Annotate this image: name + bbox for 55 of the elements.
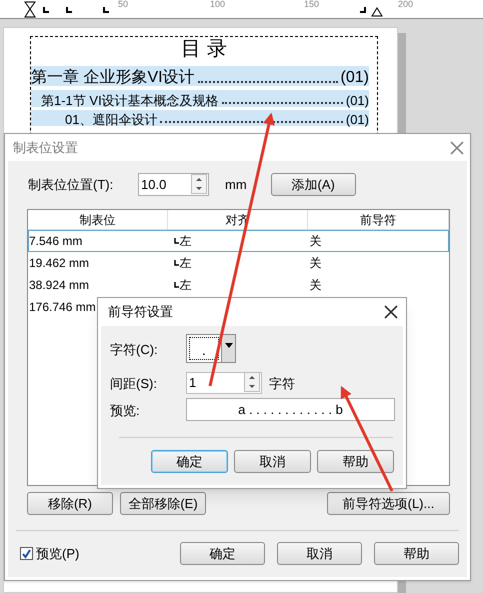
field-label: 字符(C): <box>110 341 158 359</box>
table-cell: 176.746 mm <box>29 300 96 314</box>
ruler-label: 150 <box>304 0 320 9</box>
tab-stop-icon[interactable] <box>103 7 109 13</box>
table-cell-text: 左 <box>179 255 192 272</box>
table-cell: 关 <box>310 278 322 292</box>
indent-marker-icon[interactable] <box>24 1 36 18</box>
dialog-button[interactable]: 全部移除(E) <box>120 492 206 515</box>
dialog-title: 制表位设置 <box>13 138 79 157</box>
document-title: 目 录 <box>180 37 228 62</box>
right-indent-icon[interactable] <box>371 7 383 17</box>
checkbox-label: 预览(P) <box>36 544 80 563</box>
table-cell-text: 左 <box>179 277 192 294</box>
spin-buttons[interactable] <box>244 372 260 392</box>
ruler-label: 200 <box>398 0 414 9</box>
column-header[interactable]: 前导符 <box>308 210 449 229</box>
dialog-button[interactable]: 确定 <box>180 542 265 565</box>
dropdown-arrow-icon <box>224 343 232 348</box>
field-label: 间距(S): <box>110 375 157 393</box>
table-cell: 关 <box>310 256 322 270</box>
dialog-title: 前导符设置 <box>108 303 174 322</box>
dialog-button[interactable]: 添加(A) <box>270 173 356 196</box>
toc-entry[interactable]: 01、遮阳伞设计 (01) <box>31 110 369 126</box>
ruler-label: 100 <box>210 0 226 9</box>
tab-stop-icon[interactable] <box>360 7 366 13</box>
tab-stop-icon[interactable] <box>66 7 72 13</box>
spin-buttons[interactable] <box>191 174 207 194</box>
unit-label: 字符 <box>269 375 295 393</box>
table-cell: 38.924 mm <box>29 278 90 292</box>
table-cell: 19.462 mm <box>29 256 90 270</box>
character-dropdown[interactable]: . <box>186 334 236 363</box>
dialog-button[interactable]: 帮助 <box>374 542 459 565</box>
dialog-button[interactable]: 取消 <box>277 542 362 565</box>
left-tab-icon <box>174 260 180 266</box>
column-header[interactable]: 制表位 <box>28 210 168 229</box>
toc-entry[interactable]: 第1-1节 VI设计基本概念及规格 (01) <box>31 90 369 107</box>
dialog-button[interactable]: 确定 <box>151 450 228 473</box>
dialog-button[interactable]: 帮助 <box>317 450 394 473</box>
table-cell: 7.546 mm <box>29 234 82 248</box>
unit-label: mm <box>225 176 247 194</box>
dialog-button[interactable]: 前导符选项(L)... <box>327 492 450 515</box>
toc-entry[interactable]: 第一章 企业形象VI设计 (01) <box>31 66 369 86</box>
close-icon[interactable] <box>384 305 398 319</box>
left-tab-icon <box>174 238 180 244</box>
field-label: 预览: <box>110 402 140 420</box>
dialog-button[interactable]: 取消 <box>234 450 311 473</box>
ruler-label: 50 <box>118 0 128 9</box>
field-label: 制表位位置(T): <box>28 176 114 194</box>
left-tab-icon <box>174 282 180 288</box>
table-cell-text: 左 <box>179 233 192 250</box>
preview-checkbox[interactable] <box>20 547 33 560</box>
table-cell: 关 <box>310 234 322 248</box>
leader-preview: a . . . . . . . . . . . . b <box>186 398 395 421</box>
dialog-button[interactable]: 移除(R) <box>27 492 113 515</box>
tab-stop-icon[interactable] <box>43 7 49 13</box>
